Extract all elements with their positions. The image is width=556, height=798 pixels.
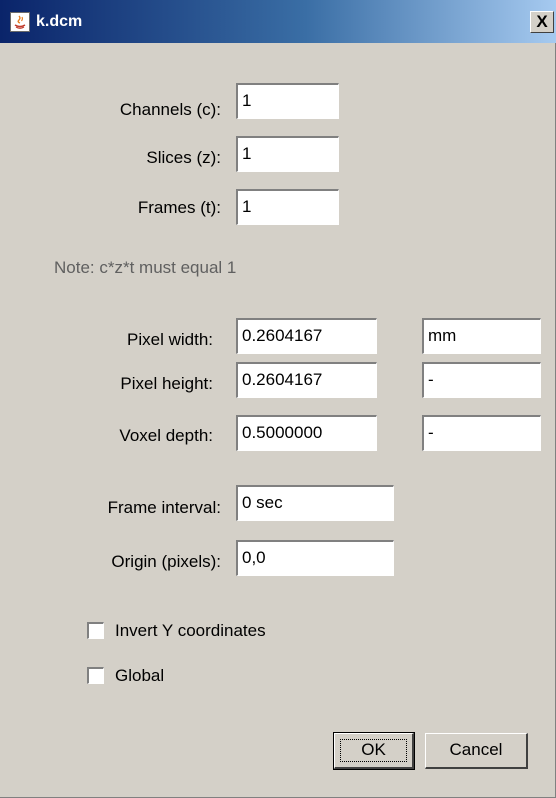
focus-ring xyxy=(340,739,407,762)
channels-input[interactable]: 1 xyxy=(236,83,339,119)
invert-y-label[interactable]: Invert Y coordinates xyxy=(115,621,266,641)
ok-button[interactable]: OK xyxy=(333,732,415,770)
pixel-height-unit-input[interactable]: - xyxy=(422,362,541,398)
frames-input[interactable]: 1 xyxy=(236,189,339,225)
frames-label: Frames (t): xyxy=(137,198,221,217)
frame-interval-label: Frame interval: xyxy=(107,498,221,517)
channels-label: Channels (c): xyxy=(119,100,221,119)
origin-input[interactable]: 0,0 xyxy=(236,540,394,576)
close-button[interactable]: X xyxy=(530,11,554,33)
pixel-height-input[interactable]: 0.2604167 xyxy=(236,362,377,398)
global-checkbox[interactable] xyxy=(87,667,104,684)
cancel-button-label: Cancel xyxy=(449,740,503,759)
voxel-depth-label: Voxel depth: xyxy=(119,426,213,445)
title-bar[interactable]: k.dcm X xyxy=(0,0,556,43)
global-label[interactable]: Global xyxy=(115,666,164,686)
frame-interval-input[interactable]: 0 sec xyxy=(236,485,394,521)
pixel-height-label: Pixel height: xyxy=(120,374,213,393)
slices-input[interactable]: 1 xyxy=(236,136,339,172)
voxel-depth-unit-input[interactable]: - xyxy=(422,415,541,451)
slices-label: Slices (z): xyxy=(146,148,221,167)
pixel-width-label: Pixel width: xyxy=(127,330,213,349)
cancel-button[interactable]: Cancel xyxy=(425,733,528,769)
voxel-depth-input[interactable]: 0.5000000 xyxy=(236,415,377,451)
java-icon xyxy=(10,12,30,32)
constraint-note: Note: c*z*t must equal 1 xyxy=(54,258,237,277)
origin-label: Origin (pixels): xyxy=(111,552,221,571)
pixel-width-input[interactable]: 0.2604167 xyxy=(236,318,377,354)
window-title: k.dcm xyxy=(36,13,83,30)
pixel-width-unit-input[interactable]: mm xyxy=(422,318,541,354)
dialog-window: k.dcm X Channels (c): 1 Slices (z): 1 Fr… xyxy=(0,0,556,798)
invert-y-checkbox[interactable] xyxy=(87,622,104,639)
